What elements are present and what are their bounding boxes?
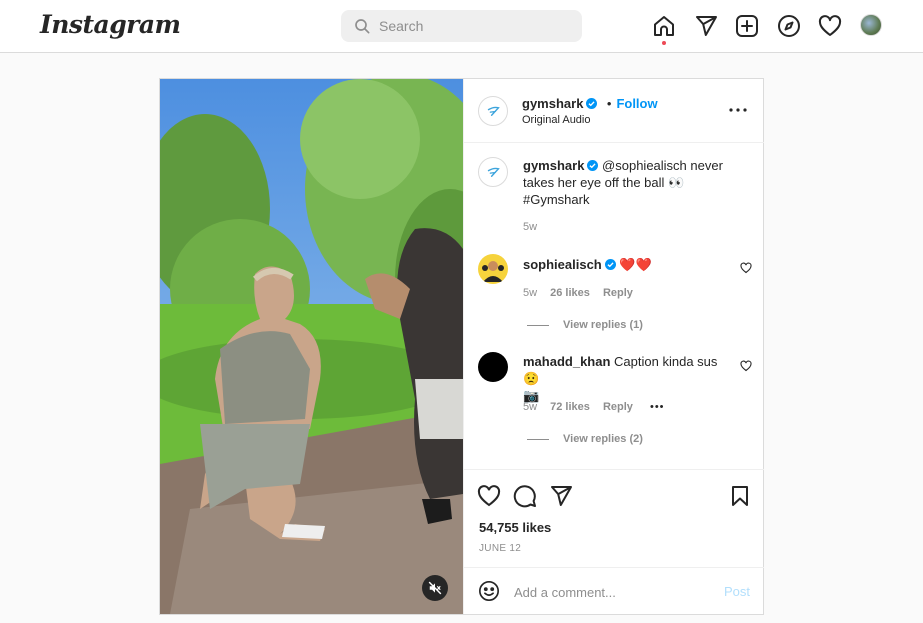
comment-age[interactable]: 5w — [523, 287, 537, 299]
direct-messages-icon[interactable] — [694, 14, 718, 38]
separator-dot: • — [606, 96, 612, 111]
view-replies-label[interactable]: View replies (2) — [563, 433, 643, 445]
comment-like-icon[interactable] — [740, 360, 752, 372]
post-card: gymshark • Follow Original Audio gymshark… — [159, 78, 764, 615]
view-replies-label[interactable]: View replies (1) — [563, 319, 643, 331]
profile-avatar[interactable] — [860, 14, 882, 36]
original-audio-link[interactable]: Original Audio — [522, 114, 591, 126]
instagram-logo[interactable]: Instagram — [40, 10, 181, 39]
comments-section: gymshark @sophiealisch never takes her e… — [464, 143, 764, 469]
post-sidebar: gymshark • Follow Original Audio gymshark… — [463, 79, 764, 614]
caption-line-1: @sophiealisch never — [602, 158, 723, 173]
comment-body: ❤️❤️ — [619, 257, 652, 272]
search-box[interactable] — [341, 10, 582, 42]
post-actions: 54,755 likes JUNE 12 — [464, 469, 764, 569]
comment-icon[interactable] — [513, 484, 537, 508]
comment-likes[interactable]: 72 likes — [550, 401, 590, 413]
view-replies[interactable]: View replies (2) — [527, 433, 643, 445]
post-header: gymshark • Follow Original Audio — [464, 79, 764, 143]
comment-input[interactable] — [514, 582, 714, 602]
mute-button[interactable] — [422, 575, 448, 601]
share-icon[interactable] — [549, 484, 573, 508]
author-avatar[interactable] — [478, 96, 508, 126]
avatar-illustration — [482, 261, 504, 282]
caption-hashtag[interactable]: #Gymshark — [523, 192, 589, 207]
new-post-icon[interactable] — [735, 14, 759, 38]
caption-age[interactable]: 5w — [523, 221, 537, 233]
comment-meta: 5w 72 likes Reply ••• — [523, 401, 665, 413]
comment-meta: 5w 26 likes Reply — [523, 287, 633, 299]
post-date[interactable]: JUNE 12 — [479, 543, 521, 554]
gymshark-logo-icon — [487, 167, 500, 177]
comment-text: sophiealisch ❤️❤️ — [523, 256, 652, 273]
gymshark-logo-icon — [487, 106, 500, 116]
home-icon[interactable] — [652, 14, 676, 38]
top-nav: Instagram — [0, 0, 923, 53]
reply-button[interactable]: Reply — [603, 401, 633, 413]
author-username[interactable]: gymshark — [522, 96, 583, 111]
comment-likes[interactable]: 26 likes — [550, 287, 590, 299]
comment-author[interactable]: sophiealisch — [523, 257, 602, 272]
activity-heart-icon[interactable] — [818, 14, 842, 38]
post-video[interactable] — [160, 79, 463, 614]
search-icon — [355, 19, 370, 34]
audio-muted-icon — [428, 581, 442, 595]
commenter-avatar[interactable] — [478, 254, 508, 284]
comment-text: mahadd_khan Caption kinda sus 😟 📷 — [523, 353, 733, 404]
caption-line-2: takes her eye off the ball 👀 — [523, 175, 685, 190]
replies-divider — [527, 438, 549, 440]
save-bookmark-icon[interactable] — [728, 484, 752, 508]
emoji-icon[interactable] — [478, 580, 500, 602]
caption-text: gymshark @sophiealisch never takes her e… — [523, 157, 748, 208]
reply-button[interactable]: Reply — [603, 287, 633, 299]
author-line: gymshark • Follow — [522, 95, 658, 113]
follow-button[interactable]: Follow — [616, 96, 657, 111]
comment-more-icon[interactable]: ••• — [650, 401, 665, 413]
replies-divider — [527, 324, 549, 326]
search-input[interactable] — [379, 16, 569, 36]
explore-icon[interactable] — [777, 14, 801, 38]
caption-author[interactable]: gymshark — [523, 158, 584, 173]
comment-age[interactable]: 5w — [523, 401, 537, 413]
comment-author[interactable]: mahadd_khan — [523, 354, 610, 369]
like-icon[interactable] — [477, 484, 501, 508]
commenter-avatar[interactable] — [478, 352, 508, 382]
post-comment-button[interactable]: Post — [724, 584, 750, 599]
comment-like-icon[interactable] — [740, 262, 752, 274]
verified-badge-icon — [587, 160, 599, 171]
caption-author-avatar[interactable] — [478, 157, 508, 187]
likes-count[interactable]: 54,755 likes — [479, 520, 551, 535]
verified-badge-icon — [586, 98, 598, 109]
video-frame — [160, 79, 463, 614]
more-options-icon[interactable] — [728, 103, 748, 117]
home-active-indicator — [662, 41, 666, 45]
verified-badge-icon — [604, 259, 616, 270]
view-replies[interactable]: View replies (1) — [527, 319, 643, 331]
add-comment-bar: Post — [464, 567, 764, 614]
